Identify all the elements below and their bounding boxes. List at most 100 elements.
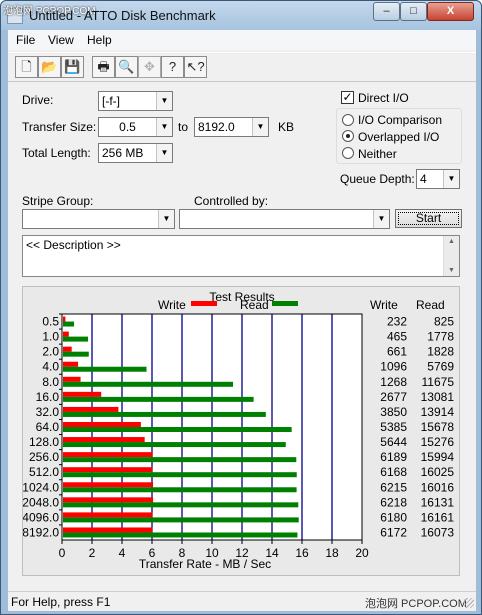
write-value: 6218 [380,495,407,509]
io-comparison-radio[interactable] [342,114,354,126]
read-value: 1828 [427,345,454,359]
open-folder-icon[interactable]: 📂 [38,56,61,78]
legend-read-label: Read [240,298,269,312]
read-value: 16073 [421,525,455,539]
minimize-button[interactable]: – [373,2,400,21]
save-icon[interactable]: 💾 [61,56,84,78]
print-icon[interactable]: 🖶 [92,56,115,78]
title-bar[interactable]: 泡泡网 PCPOP.COM Untitled - ATTO Disk Bench… [1,1,481,30]
legend-write-label: Write [158,298,186,312]
overlapped-io-label[interactable]: Overlapped I/O [358,130,439,144]
write-value: 3850 [380,405,407,419]
transfer-size-from-select[interactable]: 0.5 ▼ [98,117,173,137]
drive-value: [-f-] [102,94,120,108]
x-tick-label: 4 [119,546,126,560]
read-bar [63,336,89,342]
write-bar [63,331,69,337]
legend-read-swatch [272,301,298,306]
read-bar [63,321,75,327]
overlapped-io-radio[interactable] [342,130,354,142]
chevron-down-icon[interactable]: ▼ [158,210,174,228]
y-tick-label: 4096.0 [23,510,59,524]
print-preview-icon[interactable]: 🔍 [115,56,138,78]
neither-radio[interactable] [342,147,354,159]
controlled-by-label: Controlled by: [194,194,269,208]
description-scrollbar[interactable]: ▲ ▼ [443,236,459,276]
total-length-label: Total Length: [22,146,91,160]
write-bar [63,391,102,397]
context-help-icon[interactable]: ↖? [184,56,207,78]
y-tick-label: 8.0 [42,375,59,389]
x-tick-label: 20 [355,546,369,560]
queue-depth-select[interactable]: 4 ▼ [416,169,460,189]
write-value: 2677 [380,390,407,404]
drive-select[interactable]: [-f-] ▼ [98,91,173,111]
menu-help[interactable]: Help [87,33,112,47]
client-area: File View Help 🗋 📂 💾 🖶 🔍 ✥ ? ↖? Drive: [… [8,30,476,611]
write-bar [63,376,81,382]
write-value: 6180 [380,510,407,524]
drive-label: Drive: [22,93,54,107]
description-box[interactable]: << Description >> ▲ ▼ [22,235,460,277]
description-text: << Description >> [26,238,121,252]
chevron-down-icon[interactable]: ▼ [443,170,459,188]
chevron-down-icon[interactable]: ▼ [252,118,268,136]
read-value: 16131 [421,495,455,509]
transfer-size-to-select[interactable]: 8192.0 ▼ [194,117,269,137]
read-value: 5769 [427,360,454,374]
write-bar [63,361,79,367]
status-text: For Help, press F1 [11,595,111,609]
y-tick-label: 256.0 [29,450,59,464]
move-icon[interactable]: ✥ [138,56,161,78]
toolbar: 🗋 📂 💾 🖶 🔍 ✥ ? ↖? [8,52,476,82]
app-window: 泡泡网 PCPOP.COM Untitled - ATTO Disk Bench… [0,0,482,615]
read-bar [63,532,298,538]
read-bar [63,487,297,493]
scroll-down-icon[interactable]: ▼ [444,267,459,274]
read-bar [63,442,286,448]
read-bar [63,351,89,357]
write-value: 5644 [380,435,407,449]
read-bar [63,427,292,432]
direct-io-checkbox[interactable]: ✓ [341,91,354,104]
y-tick-label: 16.0 [36,390,60,404]
stripe-group-label: Stripe Group: [22,194,94,208]
maximize-button[interactable]: □ [400,2,427,21]
chevron-down-icon[interactable]: ▼ [373,210,389,228]
write-bar [63,422,141,427]
resize-grip-icon[interactable] [464,598,474,608]
stripe-group-select[interactable]: ▼ [22,209,175,229]
menu-file[interactable]: File [16,33,35,47]
watermark-bottom: 泡泡网 PCPOP.COM [365,598,467,610]
results-chart: Write Read Write Read 0 2 4 6 8 10 12 14 16 18 200… [23,298,455,571]
write-column-header: Write [370,298,398,312]
write-bar [63,482,154,488]
write-value: 465 [387,330,407,344]
start-button[interactable]: Start [395,209,462,228]
new-file-icon[interactable]: 🗋 [15,56,38,78]
chevron-down-icon[interactable]: ▼ [156,92,172,110]
write-bar [63,497,154,503]
close-button[interactable]: X [427,2,474,21]
transfer-size-from-value: 0.5 [119,120,136,134]
x-axis-label: Transfer Rate - MB / Sec [139,557,271,571]
y-tick-label: 2048.0 [23,495,59,509]
neither-label[interactable]: Neither [358,147,397,161]
transfer-size-label: Transfer Size: [22,120,97,134]
x-tick-label: 16 [295,546,309,560]
legend-write-swatch [191,301,217,306]
io-comparison-label[interactable]: I/O Comparison [358,113,442,127]
direct-io-label[interactable]: Direct I/O [358,91,409,105]
write-bar [63,512,153,518]
help-icon[interactable]: ? [161,56,184,78]
write-value: 232 [387,315,407,329]
read-value: 16016 [421,480,455,494]
menu-view[interactable]: View [48,33,74,47]
chevron-down-icon[interactable]: ▼ [156,118,172,136]
read-bar [63,366,147,372]
chevron-down-icon[interactable]: ▼ [156,144,172,162]
controlled-by-select[interactable]: ▼ [179,209,390,229]
write-value: 5385 [380,420,407,434]
scroll-up-icon[interactable]: ▲ [444,238,459,245]
total-length-select[interactable]: 256 MB ▼ [98,143,173,163]
